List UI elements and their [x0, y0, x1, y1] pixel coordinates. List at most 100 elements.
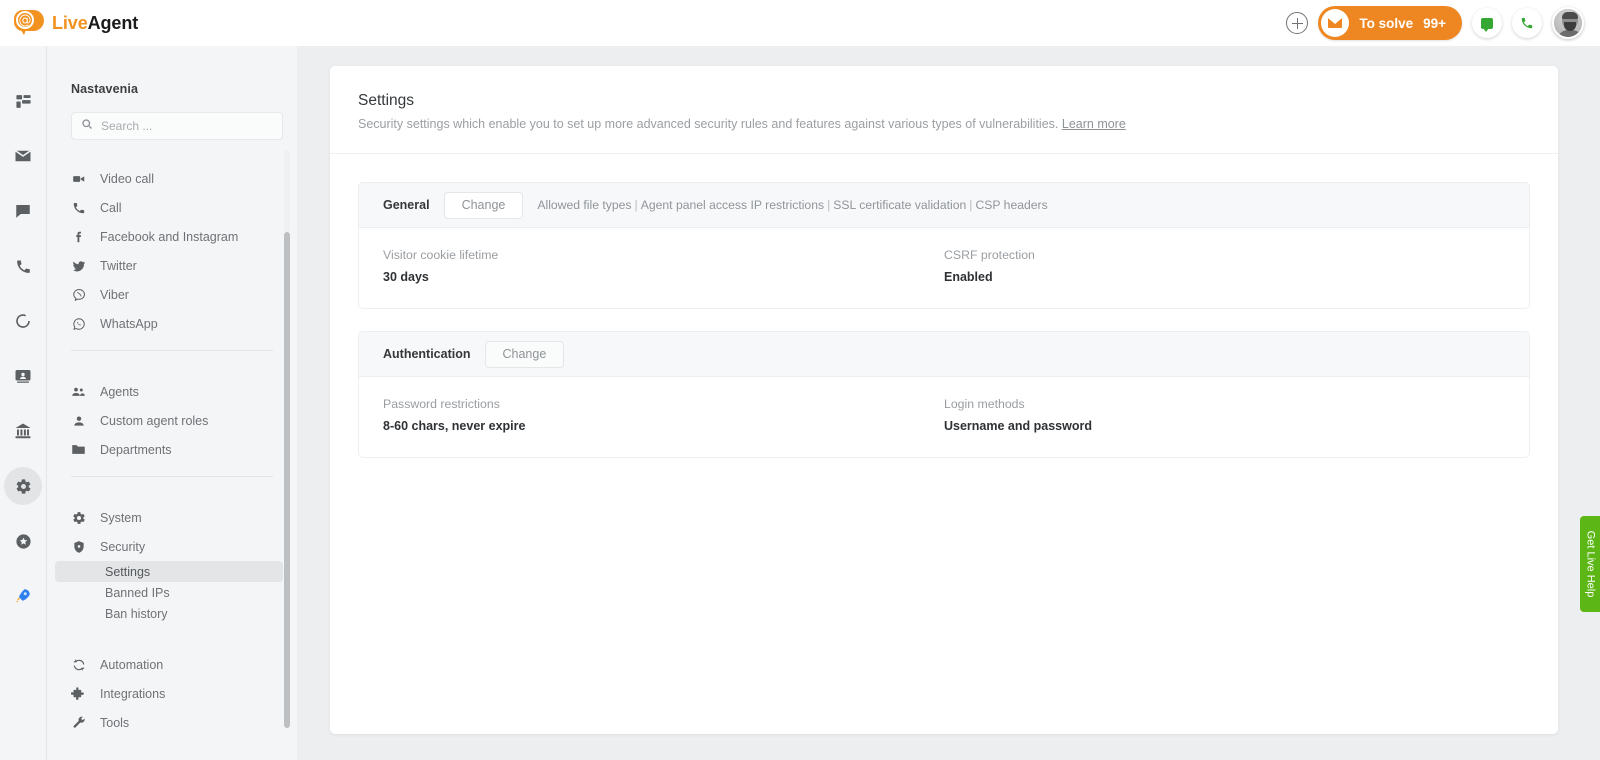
sidebar-item-twitter[interactable]: Twitter: [47, 251, 297, 280]
general-change-button[interactable]: Change: [444, 192, 524, 219]
to-solve-count: 99+: [1423, 16, 1446, 31]
page-subtitle-text: Security settings which enable you to se…: [358, 117, 1058, 131]
sidebar-item-label: Video call: [100, 172, 154, 186]
link-csp-headers[interactable]: CSP headers: [975, 198, 1047, 212]
refresh-icon: [71, 658, 86, 672]
main-panel: Settings Security settings which enable …: [330, 66, 1558, 734]
link-agent-panel-ip-restrictions[interactable]: Agent panel access IP restrictions: [641, 198, 824, 212]
nav-group-channels: Video call Call Facebook and Instagram T…: [47, 158, 297, 344]
sidebar-item-video-call[interactable]: Video call: [47, 164, 297, 193]
phone-icon[interactable]: [1512, 8, 1542, 38]
link-allowed-file-types[interactable]: Allowed file types: [537, 198, 631, 212]
sidebar-item-label: Agents: [100, 385, 139, 399]
to-solve-button[interactable]: To solve 99+: [1318, 6, 1462, 40]
authentication-card-body: Password restrictions 8-60 chars, never …: [359, 377, 1529, 457]
gear-icon: [71, 511, 86, 525]
facebook-icon: [71, 230, 86, 244]
sidebar-item-label: Security: [100, 540, 145, 554]
sidebar-item-security[interactable]: Security: [47, 532, 297, 561]
sidebar-subitem-ban-history[interactable]: Ban history: [55, 603, 283, 624]
page-title: Settings: [358, 92, 1558, 110]
rail-item-rewards[interactable]: [4, 522, 42, 560]
rail-item-chats[interactable]: [4, 192, 42, 230]
sidebar-subitem-banned-ips[interactable]: Banned IPs: [55, 582, 283, 603]
sidebar-item-label: Call: [100, 201, 122, 215]
header-actions: To solve 99+: [1286, 6, 1600, 40]
rail-item-settings[interactable]: [4, 467, 42, 505]
sidebar-item-automation[interactable]: Automation: [47, 650, 297, 679]
sidebar-item-label: Custom agent roles: [100, 414, 208, 428]
liveagent-logo[interactable]: @ LiveAgent: [14, 10, 138, 36]
sidebar-scrollbar-thumb[interactable]: [284, 232, 290, 728]
rail-item-knowledge-base[interactable]: [4, 412, 42, 450]
sidebar-nav: Video call Call Facebook and Instagram T…: [47, 158, 297, 743]
general-card-links: Allowed file types|Agent panel access IP…: [537, 198, 1047, 212]
sidebar-item-label: Integrations: [100, 687, 165, 701]
logo-text-agent: Agent: [88, 13, 139, 33]
avatar[interactable]: [1552, 7, 1584, 39]
sidebar-item-whatsapp[interactable]: WhatsApp: [47, 309, 297, 338]
authentication-change-button[interactable]: Change: [485, 341, 565, 368]
rail-item-dashboard[interactable]: [4, 82, 42, 120]
field-visitor-cookie-lifetime: Visitor cookie lifetime 30 days: [383, 248, 944, 284]
sidebar-item-tools[interactable]: Tools: [47, 708, 297, 737]
field-label: Login methods: [944, 397, 1505, 411]
general-card: General Change Allowed file types|Agent …: [358, 182, 1530, 309]
search-icon: [81, 117, 93, 135]
rail-item-tickets[interactable]: [4, 137, 42, 175]
field-value: Enabled: [944, 270, 1505, 284]
contacts-card-icon: [14, 367, 32, 385]
ring-icon: [15, 313, 31, 329]
authentication-card-header: Authentication Change: [359, 332, 1529, 377]
nav-group-people: Agents Custom agent roles Departments: [47, 371, 297, 470]
bank-icon: [14, 422, 32, 440]
sidebar-subitem-label: Ban history: [105, 607, 168, 621]
divider: [71, 476, 273, 477]
dashboard-grid-icon: [15, 93, 32, 110]
sidebar-item-label: Facebook and Instagram: [100, 230, 238, 244]
sidebar-item-viber[interactable]: Viber: [47, 280, 297, 309]
general-card-body: Visitor cookie lifetime 30 days CSRF pro…: [359, 228, 1529, 308]
sidebar-item-facebook-instagram[interactable]: Facebook and Instagram: [47, 222, 297, 251]
link-ssl-certificate-validation[interactable]: SSL certificate validation: [833, 198, 966, 212]
plus-circle-icon[interactable]: [1286, 12, 1308, 34]
authentication-card-title: Authentication: [383, 347, 471, 361]
settings-sidebar: Nastavenia Video call Call: [47, 46, 297, 760]
sidebar-item-agents[interactable]: Agents: [47, 377, 297, 406]
star-badge-icon: [15, 533, 32, 550]
sidebar-item-custom-agent-roles[interactable]: Custom agent roles: [47, 406, 297, 435]
chat-bubble-icon[interactable]: [1472, 8, 1502, 38]
search-input[interactable]: [101, 119, 273, 133]
sidebar-item-label: Tools: [100, 716, 129, 730]
page-header: Settings Security settings which enable …: [330, 66, 1558, 154]
sidebar-subitem-settings[interactable]: Settings: [55, 561, 283, 582]
field-label: Visitor cookie lifetime: [383, 248, 944, 262]
search-input-wrapper[interactable]: [71, 112, 283, 140]
wrench-icon: [71, 716, 86, 730]
puzzle-icon: [71, 686, 86, 701]
field-login-methods: Login methods Username and password: [944, 397, 1505, 433]
rail-item-customers[interactable]: [4, 357, 42, 395]
rail-item-getting-started[interactable]: [4, 577, 42, 615]
rail-item-calls[interactable]: [4, 247, 42, 285]
learn-more-link[interactable]: Learn more: [1062, 117, 1126, 131]
top-header: @ LiveAgent To solve 99+: [0, 0, 1600, 46]
primary-nav-rail: [0, 46, 47, 760]
general-card-title: General: [383, 198, 430, 212]
sidebar-title: Nastavenia: [47, 46, 297, 96]
sidebar-item-label: System: [100, 511, 142, 525]
folder-icon: [71, 442, 86, 457]
sidebar-item-departments[interactable]: Departments: [47, 435, 297, 464]
logo-text-live: Live: [52, 13, 88, 33]
shield-icon: [71, 540, 86, 554]
sidebar-item-call[interactable]: Call: [47, 193, 297, 222]
sidebar-item-integrations[interactable]: Integrations: [47, 679, 297, 708]
sidebar-item-system[interactable]: System: [47, 503, 297, 532]
field-value: Username and password: [944, 419, 1505, 433]
sidebar-item-label: Automation: [100, 658, 163, 672]
get-live-help-tab[interactable]: Get Live Help: [1580, 516, 1600, 612]
phone-icon: [71, 201, 86, 215]
rail-item-activity[interactable]: [4, 302, 42, 340]
field-value: 8-60 chars, never expire: [383, 419, 944, 433]
nav-group-system: System Security Settings Banned IPs Ban …: [47, 497, 297, 630]
